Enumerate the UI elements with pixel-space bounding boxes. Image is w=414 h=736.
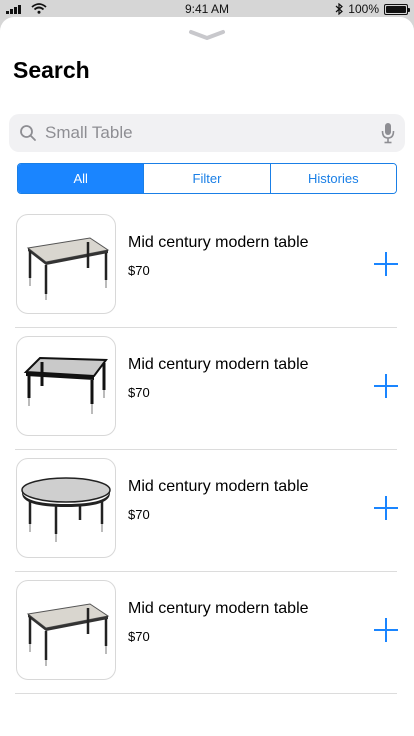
search-input[interactable] bbox=[45, 118, 365, 148]
search-bar[interactable] bbox=[9, 114, 405, 152]
plus-icon[interactable] bbox=[372, 494, 400, 522]
rectangular-table-image bbox=[26, 237, 110, 300]
product-list: Mid century modern table $70 Mid century… bbox=[0, 206, 414, 694]
status-bar: 9:41 AM 100% bbox=[0, 0, 414, 18]
product-image bbox=[16, 458, 116, 558]
product-name: Mid century modern table bbox=[128, 478, 309, 495]
microphone-icon[interactable] bbox=[381, 122, 395, 144]
plus-icon[interactable] bbox=[372, 250, 400, 278]
magnifier-icon bbox=[20, 125, 36, 141]
round-table-image bbox=[21, 477, 111, 542]
list-item[interactable]: Mid century modern table $70 bbox=[0, 328, 414, 450]
battery-icon bbox=[384, 3, 410, 15]
product-image bbox=[16, 214, 116, 314]
segmented-control: All Filter Histories bbox=[17, 163, 397, 194]
battery-percent: 100% bbox=[348, 2, 379, 16]
list-item[interactable]: Mid century modern table $70 bbox=[0, 206, 414, 328]
divider bbox=[15, 693, 397, 694]
bluetooth-icon bbox=[335, 3, 344, 15]
plus-icon[interactable] bbox=[372, 372, 400, 400]
product-name: Mid century modern table bbox=[128, 600, 309, 617]
product-image bbox=[16, 580, 116, 680]
rectangular-table-image bbox=[26, 603, 110, 666]
black-edge-table-image bbox=[23, 356, 108, 414]
segment-histories[interactable]: Histories bbox=[269, 164, 396, 193]
product-price: $70 bbox=[128, 507, 150, 522]
status-right: 100% bbox=[335, 2, 410, 16]
product-price: $70 bbox=[128, 629, 150, 644]
product-price: $70 bbox=[128, 385, 150, 400]
search-sheet: Search All Filter Histories bbox=[0, 17, 414, 736]
product-price: $70 bbox=[128, 263, 150, 278]
chevron-down-icon[interactable] bbox=[188, 29, 226, 41]
plus-icon[interactable] bbox=[372, 616, 400, 644]
product-name: Mid century modern table bbox=[128, 356, 309, 373]
page-title: Search bbox=[13, 57, 90, 83]
list-item[interactable]: Mid century modern table $70 bbox=[0, 572, 414, 694]
segment-all[interactable]: All bbox=[18, 164, 144, 193]
product-image bbox=[16, 336, 116, 436]
segment-filter[interactable]: Filter bbox=[143, 164, 270, 193]
list-item[interactable]: Mid century modern table $70 bbox=[0, 450, 414, 572]
product-name: Mid century modern table bbox=[128, 234, 309, 251]
